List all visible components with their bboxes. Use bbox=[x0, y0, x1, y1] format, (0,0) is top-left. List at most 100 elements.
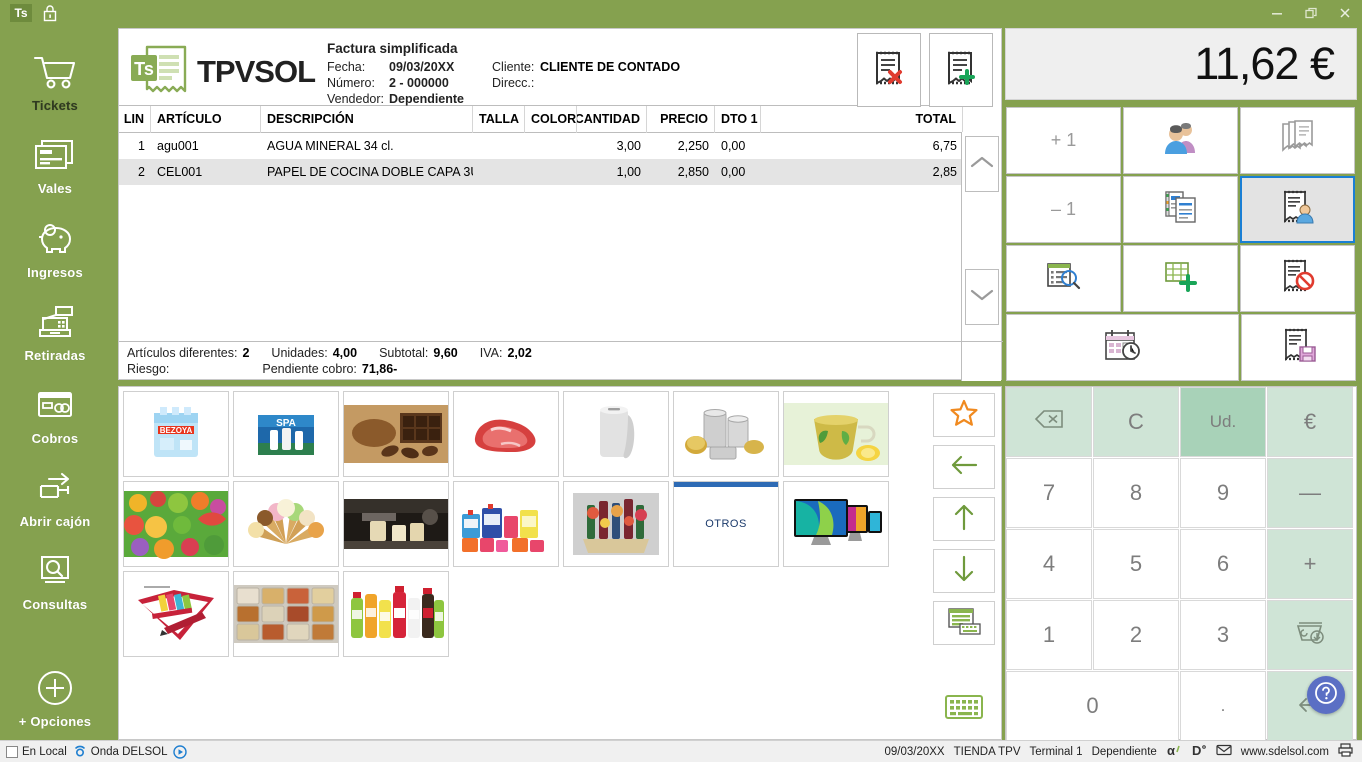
family-fruta[interactable] bbox=[123, 481, 229, 567]
cell-articulo: agu001 bbox=[157, 139, 199, 153]
family-refrescos[interactable] bbox=[343, 571, 449, 657]
family-limpieza[interactable] bbox=[453, 481, 559, 567]
clear-key[interactable]: C bbox=[1093, 387, 1179, 457]
key-1[interactable]: 1 bbox=[1006, 600, 1092, 670]
cliente-value[interactable]: CLIENTE DE CONTADO bbox=[540, 59, 680, 75]
status-web[interactable]: www.sdelsol.com bbox=[1241, 746, 1329, 758]
delsol-icon[interactable]: D bbox=[1191, 743, 1207, 760]
sidebar-item-consultas[interactable]: Consultas bbox=[0, 540, 110, 623]
euro-key[interactable]: € bbox=[1267, 387, 1353, 457]
family-label: OTROS bbox=[705, 518, 747, 530]
sidebar-item-abrir-cajon[interactable]: Abrir cajón bbox=[0, 457, 110, 540]
help-button[interactable] bbox=[1307, 676, 1345, 714]
unidades-label: Unidades: bbox=[271, 346, 328, 360]
sidebar-item-label: Abrir cajón bbox=[19, 514, 91, 530]
family-papel[interactable] bbox=[563, 391, 669, 477]
units-key[interactable]: Ud. bbox=[1180, 387, 1266, 457]
backspace-key[interactable] bbox=[1006, 387, 1092, 457]
key-4[interactable]: 4 bbox=[1006, 529, 1092, 599]
family-carne[interactable] bbox=[453, 391, 559, 477]
restore-button[interactable] bbox=[1294, 0, 1328, 25]
page-up-button[interactable] bbox=[933, 497, 995, 541]
cell-cantidad: 3,00 bbox=[616, 139, 641, 153]
key-6[interactable]: 6 bbox=[1180, 529, 1266, 599]
family-television[interactable] bbox=[783, 481, 889, 567]
plus-key[interactable]: + bbox=[1267, 529, 1353, 599]
list-view-button[interactable] bbox=[933, 601, 995, 645]
family-spa[interactable]: SPA bbox=[233, 391, 339, 477]
svg-text:Ts: Ts bbox=[134, 59, 154, 79]
table-row[interactable]: 1 agu001 AGUA MINERAL 34 cl. 3,00 2,250 … bbox=[119, 133, 963, 159]
key-0[interactable]: 0 bbox=[1006, 671, 1179, 741]
svg-text:D: D bbox=[1192, 743, 1201, 757]
family-papeleria[interactable] bbox=[123, 571, 229, 657]
schedule-button[interactable] bbox=[1006, 314, 1239, 381]
family-helados[interactable] bbox=[233, 481, 339, 567]
receipt-delete-icon bbox=[872, 50, 906, 91]
scroll-up-button[interactable] bbox=[964, 136, 999, 192]
close-button[interactable] bbox=[1328, 0, 1362, 25]
lock-icon[interactable] bbox=[42, 4, 58, 22]
increase-qty-button[interactable]: + 1 bbox=[1006, 107, 1121, 174]
family-otros[interactable]: OTROS bbox=[673, 481, 779, 567]
key-decimal[interactable]: . bbox=[1180, 671, 1266, 741]
family-conservas[interactable] bbox=[673, 391, 779, 477]
print-icon[interactable] bbox=[1338, 743, 1354, 760]
save-ticket-button[interactable] bbox=[1241, 314, 1356, 381]
delete-ticket-button[interactable] bbox=[857, 33, 921, 107]
cell-cantidad: 1,00 bbox=[616, 165, 641, 179]
family-infusiones[interactable] bbox=[783, 391, 889, 477]
back-button[interactable] bbox=[933, 445, 995, 489]
alpha-icon[interactable]: α bbox=[1166, 743, 1182, 760]
sidebar-item-ingresos[interactable]: Ingresos bbox=[0, 207, 110, 290]
family-agua[interactable]: BEZOYA bbox=[123, 391, 229, 477]
receipt-person-icon bbox=[1280, 189, 1316, 230]
sidebar-item-retiradas[interactable]: Retiradas bbox=[0, 291, 110, 374]
sidebar-item-cobros[interactable]: Cobros bbox=[0, 374, 110, 457]
product-families-panel: BEZOYA SPA OTROS bbox=[118, 386, 1002, 740]
key-3[interactable]: 3 bbox=[1180, 600, 1266, 670]
list-keyboard-icon bbox=[947, 606, 981, 641]
virtual-keyboard-button[interactable] bbox=[941, 693, 987, 725]
minimize-button[interactable] bbox=[1260, 0, 1294, 25]
key-8[interactable]: 8 bbox=[1093, 458, 1179, 528]
key-9[interactable]: 9 bbox=[1180, 458, 1266, 528]
family-cesta[interactable] bbox=[563, 481, 669, 567]
radio-indicator[interactable]: Onda DELSOL bbox=[73, 743, 167, 760]
tickets-list-button[interactable] bbox=[1240, 107, 1355, 174]
minus-key[interactable]: — bbox=[1267, 458, 1353, 528]
family-cacao[interactable] bbox=[343, 391, 449, 477]
decrease-qty-label: – 1 bbox=[1050, 199, 1077, 219]
key-2[interactable]: 2 bbox=[1093, 600, 1179, 670]
documents-button[interactable] bbox=[1123, 176, 1238, 243]
customers-button[interactable] bbox=[1123, 107, 1238, 174]
add-line-button[interactable] bbox=[1123, 245, 1238, 312]
mail-icon[interactable] bbox=[1216, 744, 1232, 759]
new-ticket-button[interactable] bbox=[929, 33, 993, 107]
sidebar-item-opciones[interactable]: + Opciones bbox=[0, 657, 110, 740]
scroll-down-button[interactable] bbox=[964, 269, 999, 325]
scale-key[interactable] bbox=[1267, 600, 1353, 670]
sidebar-item-label: Retiradas bbox=[24, 347, 86, 363]
key-5[interactable]: 5 bbox=[1093, 529, 1179, 599]
family-cafe[interactable] bbox=[343, 481, 449, 567]
col-cantidad: CANTIDAD bbox=[577, 105, 647, 133]
sidebar-item-vales[interactable]: Vales bbox=[0, 124, 110, 207]
play-button[interactable] bbox=[173, 744, 188, 759]
col-total: TOTAL bbox=[761, 105, 963, 133]
local-label: En Local bbox=[22, 745, 67, 758]
sidebar-item-label: Cobros bbox=[31, 430, 79, 446]
table-row[interactable]: 2 CEL001 PAPEL DE COCINA DOBLE CAPA 3UD.… bbox=[119, 159, 963, 185]
sidebar-item-tickets[interactable]: Tickets bbox=[0, 41, 110, 124]
local-mode-indicator[interactable]: En Local bbox=[6, 745, 67, 758]
key-7[interactable]: 7 bbox=[1006, 458, 1092, 528]
page-down-button[interactable] bbox=[933, 549, 995, 593]
table-header-row: LIN ARTÍCULO DESCRIPCIÓN TALLA COLOR CAN… bbox=[119, 105, 963, 133]
decrease-qty-button[interactable]: – 1 bbox=[1006, 176, 1121, 243]
search-lines-button[interactable] bbox=[1006, 245, 1121, 312]
family-precocinados[interactable] bbox=[233, 571, 339, 657]
backspace-icon bbox=[1034, 409, 1064, 435]
favorites-button[interactable] bbox=[933, 393, 995, 437]
cancel-ticket-button[interactable] bbox=[1240, 245, 1355, 312]
assign-client-button[interactable] bbox=[1240, 176, 1355, 243]
